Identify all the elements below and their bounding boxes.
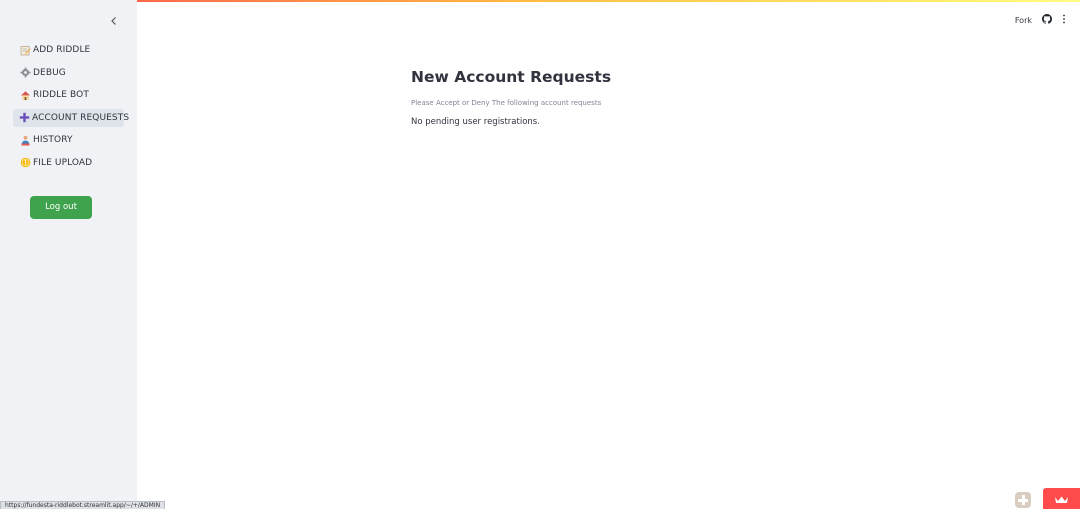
page-caption: Please Accept or Deny The following acco… bbox=[411, 99, 602, 107]
sidebar-item-label: ADD RIDDLE bbox=[33, 45, 91, 55]
url-status-bar: https://fundesta-riddlebot.streamlit.app… bbox=[0, 501, 166, 509]
sidebar-item-label: RIDDLE BOT bbox=[33, 90, 89, 100]
coin-icon bbox=[19, 157, 31, 169]
memo-pencil-icon bbox=[19, 44, 31, 56]
chevron-left-icon[interactable] bbox=[108, 15, 120, 29]
house-icon bbox=[19, 89, 31, 101]
header-toolbar: Fork bbox=[1015, 14, 1066, 26]
logout-button[interactable]: Log out bbox=[30, 196, 92, 219]
page-title: New Account Requests bbox=[411, 68, 612, 86]
gear-icon bbox=[19, 67, 31, 79]
sidebar-item-label: FILE UPLOAD bbox=[33, 157, 93, 168]
sidebar: ADD RIDDLE DEBUG RIDDLE BOT ACCOUNT REQU… bbox=[0, 0, 137, 509]
sidebar-item-account-requests[interactable]: ACCOUNT REQUESTS bbox=[13, 108, 129, 127]
kebab-menu-icon[interactable] bbox=[1062, 14, 1066, 26]
github-icon[interactable] bbox=[1042, 14, 1052, 26]
manage-app-icon[interactable] bbox=[1015, 492, 1031, 508]
sidebar-nav: ADD RIDDLE DEBUG RIDDLE BOT ACCOUNT REQU… bbox=[13, 41, 129, 176]
sidebar-item-history[interactable]: HISTORY bbox=[13, 131, 124, 149]
person-icon bbox=[19, 134, 31, 146]
streamlit-crown-button[interactable] bbox=[1043, 488, 1080, 509]
sidebar-item-file-upload[interactable]: FILE UPLOAD bbox=[13, 154, 124, 172]
fork-link[interactable]: Fork bbox=[1015, 16, 1032, 25]
sidebar-item-label: HISTORY bbox=[33, 135, 73, 145]
main-content: New Account Requests Please Accept or De… bbox=[411, 66, 811, 127]
plus-icon bbox=[19, 112, 30, 124]
sidebar-item-add-riddle[interactable]: ADD RIDDLE bbox=[13, 41, 124, 59]
sidebar-item-riddle-bot[interactable]: RIDDLE BOT bbox=[13, 86, 124, 104]
empty-state-message: No pending user registrations. bbox=[411, 117, 540, 127]
sidebar-item-debug[interactable]: DEBUG bbox=[13, 64, 124, 82]
sidebar-item-label: ACCOUNT REQUESTS bbox=[32, 112, 130, 123]
sidebar-item-label: DEBUG bbox=[33, 67, 66, 78]
top-decoration-bar bbox=[0, 0, 1080, 2]
crown-icon bbox=[1055, 496, 1068, 503]
